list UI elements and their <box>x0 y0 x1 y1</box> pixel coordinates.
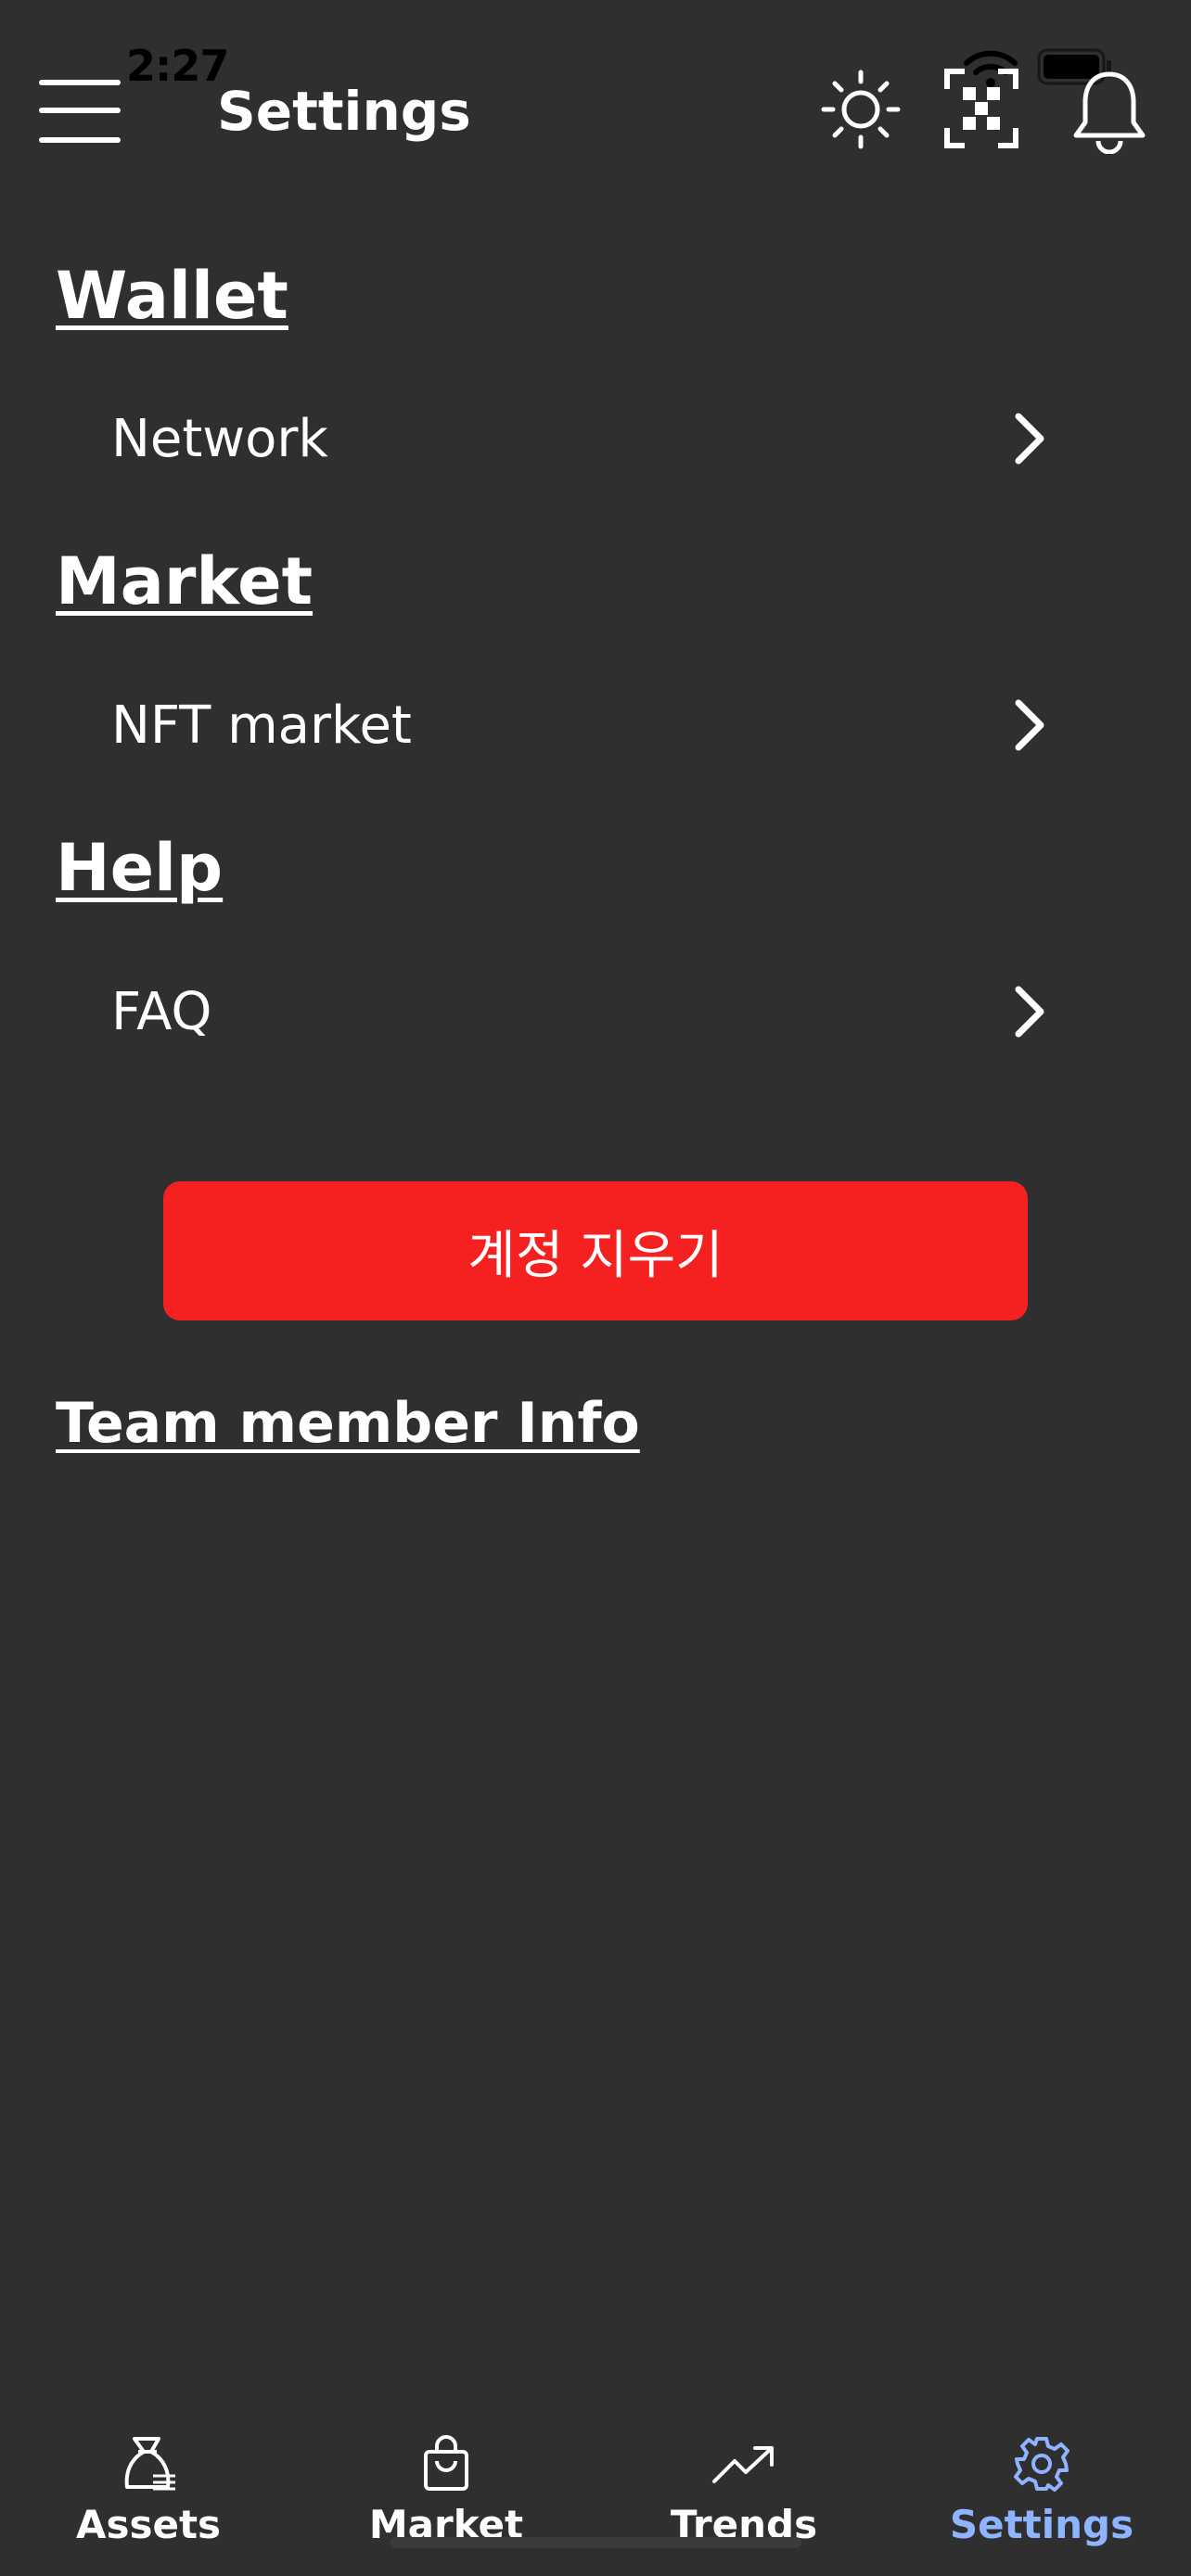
gear-icon <box>1013 2433 1070 2494</box>
team-member-info-link[interactable]: Team member Info <box>56 1391 640 1456</box>
bottom-tab-bar: Assets Market Trends Settings <box>0 2420 1191 2576</box>
chevron-right-icon <box>1015 699 1044 751</box>
settings-screen: 2:27 Settings Wallet Network Market NFT … <box>0 0 1191 2576</box>
trending-up-icon <box>711 2433 777 2494</box>
shopping-bag-icon <box>420 2433 472 2494</box>
tab-settings-label: Settings <box>949 2502 1134 2547</box>
bell-icon[interactable] <box>1070 69 1148 154</box>
status-time: 2:27 <box>126 41 229 91</box>
qr-scan-icon[interactable] <box>944 69 1018 148</box>
menu-icon[interactable] <box>37 76 122 147</box>
tab-settings[interactable]: Settings <box>921 2433 1162 2563</box>
sun-icon[interactable] <box>820 69 902 150</box>
chevron-right-icon <box>1015 986 1044 1038</box>
home-indicator <box>390 2537 801 2548</box>
page-title: Settings <box>217 80 471 143</box>
market-heading: Market <box>56 543 314 619</box>
money-bag-icon <box>118 2433 179 2494</box>
network-row[interactable]: Network <box>56 388 1057 490</box>
nft-market-row[interactable]: NFT market <box>56 674 1057 776</box>
chevron-right-icon <box>1015 413 1044 465</box>
faq-label: FAQ <box>111 981 212 1042</box>
delete-account-button[interactable]: 계정 지우기 <box>163 1181 1028 1320</box>
tab-assets[interactable]: Assets <box>28 2433 269 2563</box>
nft-market-label: NFT market <box>111 695 412 756</box>
tab-assets-label: Assets <box>75 2502 222 2547</box>
help-heading: Help <box>56 830 224 906</box>
faq-row[interactable]: FAQ <box>56 961 1057 1063</box>
network-label: Network <box>111 408 328 469</box>
wallet-heading: Wallet <box>56 258 288 334</box>
